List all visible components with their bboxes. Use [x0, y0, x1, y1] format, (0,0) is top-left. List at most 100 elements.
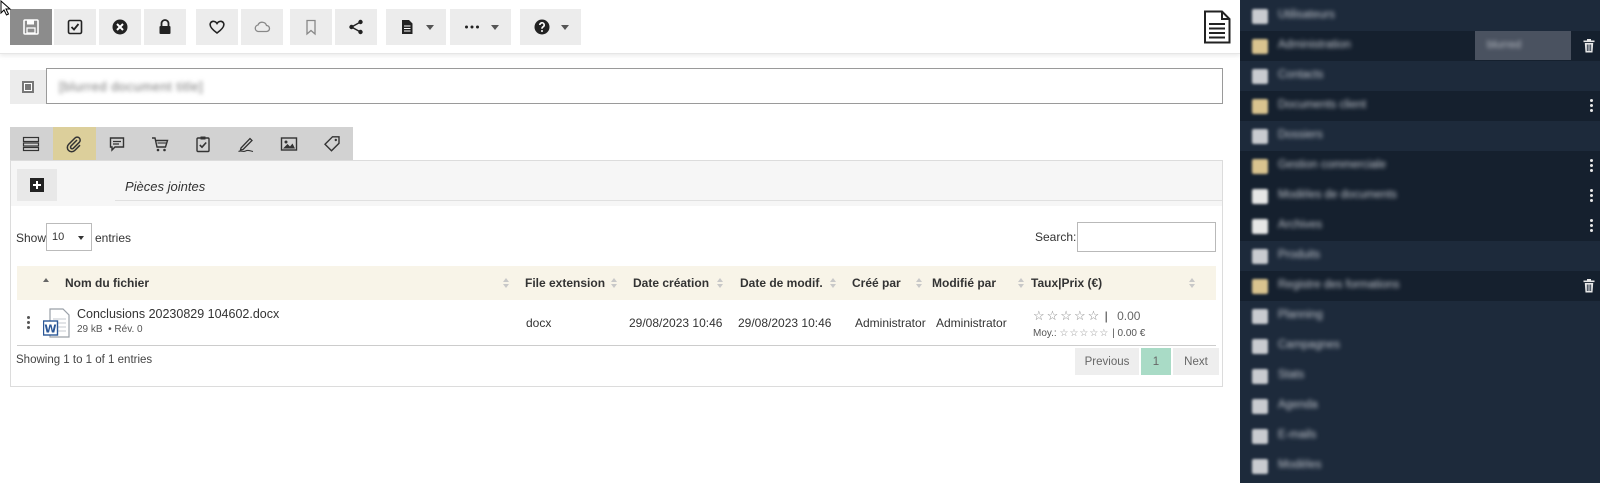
- sort-icon: [717, 276, 723, 290]
- sidebar-item[interactable]: Modèles: [1240, 451, 1600, 481]
- column-header-modified-by[interactable]: Modifié par: [932, 266, 1032, 300]
- kebab-menu-icon[interactable]: [1590, 159, 1594, 174]
- column-header-label: Nom du fichier: [65, 276, 150, 290]
- title-checkbox[interactable]: [10, 70, 46, 104]
- show-label: Show: [16, 231, 47, 245]
- column-header-label: Taux|Prix (€): [1031, 276, 1103, 290]
- cloud-button[interactable]: [241, 9, 283, 45]
- modified-by: Administrator: [936, 316, 1007, 330]
- sort-icon: [916, 276, 922, 290]
- next-page-button[interactable]: Next: [1173, 348, 1219, 375]
- checkbox-icon: [22, 81, 34, 93]
- column-header-created-by[interactable]: Créé par: [852, 266, 932, 300]
- sidebar-item-label: Gestion commerciale: [1278, 159, 1387, 171]
- pen-icon: [238, 137, 253, 152]
- sidebar-item[interactable]: Contacts: [1240, 61, 1600, 91]
- document-lines-icon[interactable]: [1202, 10, 1232, 44]
- sidebar-item[interactable]: Stats: [1240, 361, 1600, 391]
- previous-page-button[interactable]: Previous: [1075, 348, 1139, 375]
- sidebar-item[interactable]: Registre des formations: [1240, 271, 1600, 301]
- sidebar-item-icon: [1252, 219, 1268, 234]
- document-menu-button[interactable]: [386, 9, 446, 45]
- column-header-modified[interactable]: Date de modif.: [740, 266, 852, 300]
- file-name-link[interactable]: Conclusions 20230829 104602.docx: [77, 307, 279, 321]
- column-header-rating-price[interactable]: Taux|Prix (€): [1031, 266, 1201, 300]
- sidebar-item[interactable]: Produits: [1240, 241, 1600, 271]
- sidebar-item[interactable]: Documents client: [1240, 91, 1600, 121]
- bookmark-button[interactable]: [290, 9, 332, 45]
- sidebar-item-icon: [1252, 369, 1268, 384]
- lock-button[interactable]: [144, 9, 186, 45]
- tab-signature[interactable]: [224, 127, 267, 160]
- sidebar-item-label: Archives: [1278, 219, 1323, 231]
- sidebar-item-icon: [1252, 309, 1268, 324]
- chevron-down-icon: [426, 24, 434, 30]
- tab-cart[interactable]: [139, 127, 182, 160]
- column-header-select[interactable]: [19, 266, 57, 300]
- price-value: 0.00: [1117, 309, 1141, 323]
- document-icon: [402, 20, 413, 34]
- average-stars: ☆☆☆☆☆: [1059, 328, 1110, 339]
- validate-button[interactable]: [54, 9, 96, 45]
- tab-comments[interactable]: [96, 127, 139, 160]
- column-header-file-name[interactable]: Nom du fichier: [65, 266, 509, 300]
- sidebar-item[interactable]: Campagnes: [1240, 331, 1600, 361]
- column-header-extension[interactable]: File extension: [525, 266, 625, 300]
- row-menu-kebab-icon[interactable]: [27, 316, 31, 330]
- search-input[interactable]: [1077, 222, 1216, 252]
- share-icon: [349, 19, 363, 35]
- tab-tasks[interactable]: [182, 127, 225, 160]
- modified-date: 29/08/2023 10:46: [738, 316, 832, 330]
- sidebar-item[interactable]: Planning: [1240, 301, 1600, 331]
- tab-tags[interactable]: [310, 127, 353, 160]
- column-header-label: File extension: [525, 276, 606, 290]
- kebab-menu-icon[interactable]: [1590, 189, 1594, 204]
- more-menu-button[interactable]: [450, 9, 511, 45]
- lock-icon: [159, 19, 171, 34]
- sidebar-item-label: Modèles de documents: [1278, 189, 1397, 201]
- clipboard-check-icon: [196, 136, 210, 152]
- file-revision: • Rév. 0: [108, 324, 143, 335]
- title-field[interactable]: [blurred document title]: [46, 68, 1223, 104]
- trash-icon[interactable]: [1583, 279, 1595, 293]
- page-length-select[interactable]: 10: [46, 223, 92, 251]
- favorite-button[interactable]: [196, 9, 238, 45]
- save-button[interactable]: [10, 9, 52, 45]
- column-header-created[interactable]: Date création: [633, 266, 733, 300]
- sidebar-item[interactable]: Gestion commerciale: [1240, 151, 1600, 181]
- pagination: Previous 1 Next: [1075, 348, 1219, 375]
- tab-attachments[interactable]: [52, 127, 96, 160]
- rating-line: ☆☆☆☆☆ | 0.00: [1033, 308, 1140, 324]
- tab-fields[interactable]: [10, 127, 53, 160]
- add-attachment-button[interactable]: [17, 169, 57, 201]
- image-icon: [280, 136, 297, 151]
- sidebar-item[interactable]: E-mails: [1240, 421, 1600, 451]
- page-1-button[interactable]: 1: [1141, 348, 1171, 375]
- sidebar-item[interactable]: Modèles de documents: [1240, 181, 1600, 211]
- sidebar-item[interactable]: Archives: [1240, 211, 1600, 241]
- sidebar-item-label: Modèles: [1278, 459, 1322, 471]
- sidebar-item-label: Documents client: [1278, 99, 1367, 111]
- plus-icon: [30, 178, 44, 192]
- tab-images[interactable]: [267, 127, 310, 160]
- trash-icon[interactable]: [1583, 39, 1595, 53]
- sidebar-item[interactable]: Utilisateurs: [1240, 1, 1600, 31]
- circle-x-icon: [112, 19, 128, 35]
- sidebar-item[interactable]: Dossiers: [1240, 121, 1600, 151]
- kebab-menu-icon[interactable]: [1590, 219, 1594, 234]
- close-button[interactable]: [99, 9, 141, 45]
- rating-stars[interactable]: ☆☆☆☆☆: [1033, 308, 1101, 323]
- bookmark-icon: [306, 19, 316, 36]
- floppy-disk-icon: [23, 19, 39, 35]
- share-button[interactable]: [335, 9, 377, 45]
- table-row[interactable]: W Conclusions 20230829 104602.docx 29 kB…: [17, 300, 1216, 346]
- sidebar-item[interactable]: Agenda: [1240, 391, 1600, 421]
- table-info: Showing 1 to 1 of 1 entries: [16, 354, 153, 366]
- sort-icon: [1018, 276, 1024, 290]
- attachments-panel: Pièces jointes Show 10 entries Search: N…: [10, 160, 1223, 387]
- question-icon: [534, 19, 549, 35]
- kebab-menu-icon[interactable]: [1590, 99, 1594, 114]
- sidebar-item-icon: [1252, 159, 1268, 174]
- fields-icon: [23, 136, 40, 151]
- help-menu-button[interactable]: [520, 9, 581, 45]
